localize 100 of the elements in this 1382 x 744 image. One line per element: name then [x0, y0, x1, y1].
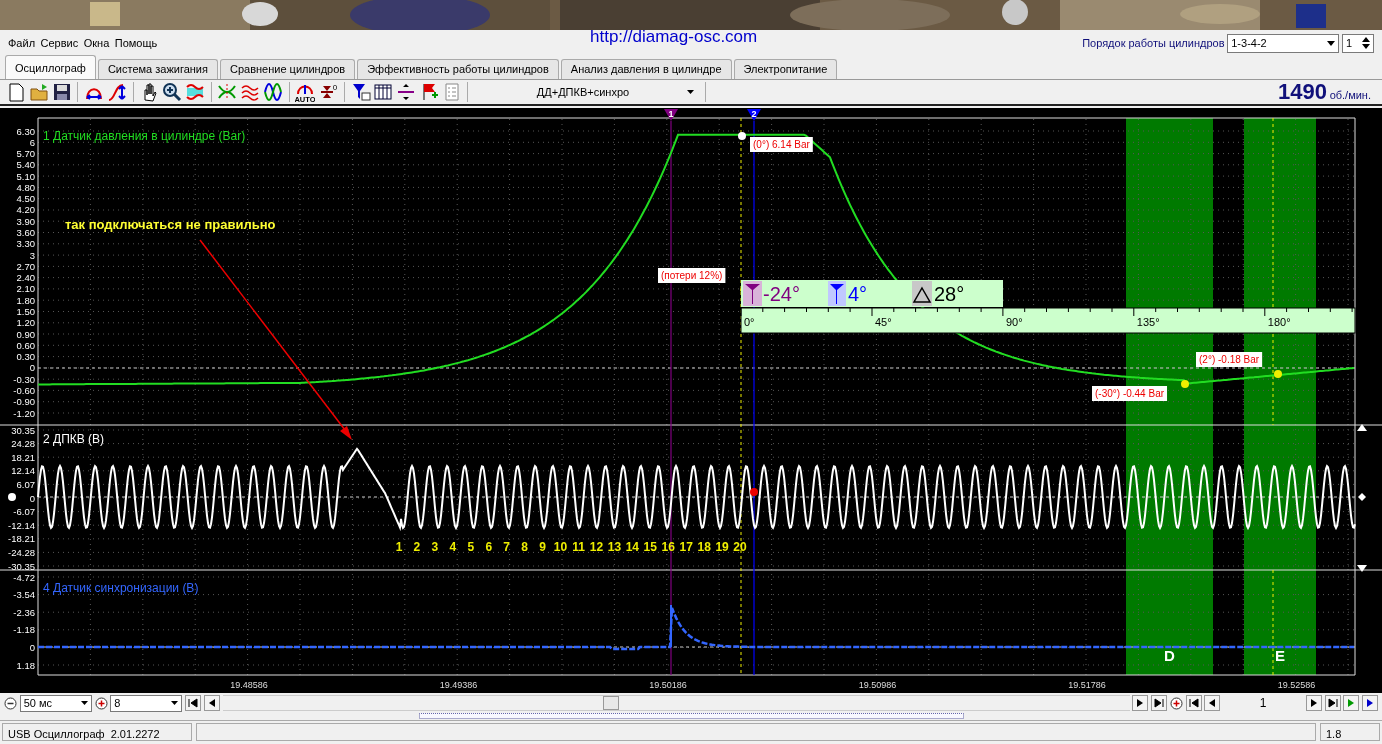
wave-stack-icon[interactable]: [184, 82, 205, 102]
channel-title: 4 Датчик синхронизации (В): [43, 581, 199, 595]
add-icon[interactable]: [1169, 696, 1183, 710]
cylinder-order-dropdown[interactable]: 1-3-4-2: [1227, 33, 1340, 53]
cursor-two-icon: [828, 281, 846, 306]
cursor-line[interactable]: [753, 120, 755, 676]
axis-tick-label: 2.10: [16, 283, 35, 295]
sine-waves-icon[interactable]: [262, 82, 283, 102]
axis-tick-label: 18.21: [11, 451, 35, 463]
tooth-number: 7: [503, 540, 511, 554]
zoom-out-icon[interactable]: [4, 696, 17, 710]
angle-value: 28°: [934, 283, 965, 305]
tab[interactable]: Сравнение цилиндров: [220, 59, 356, 79]
spin-arrows-icon: [1362, 36, 1370, 50]
angle-scale-label: 135°: [1136, 316, 1160, 328]
skip-start-icon[interactable]: [188, 698, 198, 708]
cursor-handle[interactable]: 1: [664, 109, 678, 121]
timebase-dropdown[interactable]: 50 мс: [19, 694, 92, 712]
time-axis-label: 19.49386: [439, 680, 478, 690]
angle-scale-label: 180°: [1267, 316, 1291, 328]
tooth-number: 6: [485, 540, 493, 554]
tab[interactable]: Осциллограф: [5, 55, 96, 79]
axis-tick-label: 5.70: [16, 148, 35, 160]
zoom-in-icon[interactable]: [94, 696, 108, 710]
step-back-icon[interactable]: [1207, 698, 1218, 708]
range-bar[interactable]: [418, 713, 964, 719]
rpm-unit: об./мин.: [1329, 87, 1371, 103]
channel-count-dropdown[interactable]: 8: [110, 694, 183, 712]
scrollbar[interactable]: [222, 695, 1130, 711]
tooth-number: 16: [661, 540, 675, 554]
axis-tick-label: 30.35: [11, 424, 35, 436]
tab[interactable]: Электропитание: [733, 59, 838, 79]
skip-end-icon[interactable]: [1154, 698, 1164, 708]
menu-item[interactable]: Помощь: [114, 34, 158, 52]
caret-icon: [171, 701, 179, 705]
axis-tick-label: -6.07: [13, 506, 35, 518]
cursor-one-icon: [743, 281, 762, 306]
axis-tick-label: 12.14: [11, 465, 35, 477]
value-callout: (2°) -0.18 Bar: [1196, 352, 1263, 367]
cursor-handle[interactable]: 2: [747, 109, 761, 121]
time-axis-label: 19.50186: [649, 680, 687, 690]
axis-tick-label: -0.60: [13, 384, 35, 396]
axis-tick-label: -24.28: [8, 546, 35, 558]
mode-dropdown[interactable]: ДД+ДПКВ+синхро: [474, 83, 699, 101]
tooth-number: 9: [539, 540, 546, 554]
tooth-number: 1: [395, 540, 403, 554]
value-callout: (потери 12%): [658, 268, 726, 283]
axis-tick-label: -0.90: [13, 396, 35, 408]
step-forward-icon[interactable]: [1308, 698, 1319, 708]
axis-tick-label: 3.90: [16, 215, 35, 227]
skip-start-icon[interactable]: [1188, 698, 1199, 708]
axis-tick-label: 4.50: [16, 193, 35, 205]
axis-tick-label: -18.21: [8, 533, 35, 545]
channel-title: 1 Датчик давления в цилиндре (Bar): [43, 129, 246, 143]
scroll-up-icon[interactable]: [1357, 424, 1367, 431]
cylinder-order-label: Порядок работы цилиндров: [1082, 35, 1225, 51]
tooth-number: 20: [733, 540, 747, 554]
axis-tick-label: -1.20: [13, 407, 35, 419]
tab[interactable]: Система зажигания: [97, 59, 218, 79]
scroll-down-icon[interactable]: [1357, 565, 1367, 572]
menu-item[interactable]: Сервис: [40, 34, 79, 52]
offset-marker-icon[interactable]: [1358, 493, 1366, 501]
tooth-number: 18: [697, 540, 711, 554]
url-text: http://diamag-osc.com: [590, 26, 758, 48]
axis-tick-label: 1.18: [16, 659, 35, 671]
axis-tick-label: 5.40: [16, 159, 35, 171]
axis-tick-label: 1.20: [16, 317, 35, 329]
zoom-icon[interactable]: [162, 82, 182, 102]
play-icon[interactable]: [1365, 698, 1375, 708]
axis-tick-label: 6.07: [16, 478, 35, 490]
tooth-number: 3: [431, 540, 439, 554]
table-icon[interactable]: [373, 82, 394, 102]
filter-icon[interactable]: [350, 82, 371, 102]
caret-icon: [1327, 40, 1336, 46]
floppy-icon[interactable]: [51, 82, 72, 102]
tooth-number: 2: [413, 540, 421, 554]
tab[interactable]: Анализ давления в цилиндре: [560, 59, 732, 79]
curve-arrows-icon[interactable]: [106, 82, 127, 102]
time-axis-label: 19.52586: [1277, 680, 1316, 690]
axis-tick-label: -30.35: [8, 560, 35, 572]
rpm-value: 1490: [1277, 80, 1327, 103]
scroll-thumb[interactable]: [602, 696, 619, 710]
cursor-line[interactable]: [670, 120, 672, 676]
tooth-number: 4: [449, 540, 457, 554]
cylinder-spinner[interactable]: 1: [1342, 33, 1374, 53]
tooth-number: 11: [572, 540, 585, 554]
value-callout: (0°) 6.14 Bar: [750, 137, 813, 152]
menu-item[interactable]: Файл: [8, 34, 36, 52]
divider-icon[interactable]: [396, 82, 416, 102]
axis-tick-label: 6.30: [16, 125, 35, 137]
skip-end-icon[interactable]: [1327, 698, 1338, 708]
document-icon[interactable]: [6, 82, 26, 102]
tab[interactable]: Эффективность работы цилиндров: [357, 59, 559, 79]
menu-item[interactable]: Окна: [83, 34, 110, 52]
waves-icon[interactable]: [240, 82, 260, 102]
tooth-number: 13: [607, 540, 622, 554]
axis-tick-label: 1.50: [16, 306, 35, 317]
annotation-text: так подключаться не правильно: [65, 217, 276, 232]
status-text: USB Осциллограф 2.01.2272: [2, 723, 192, 741]
angle-value: -24°: [763, 283, 800, 305]
